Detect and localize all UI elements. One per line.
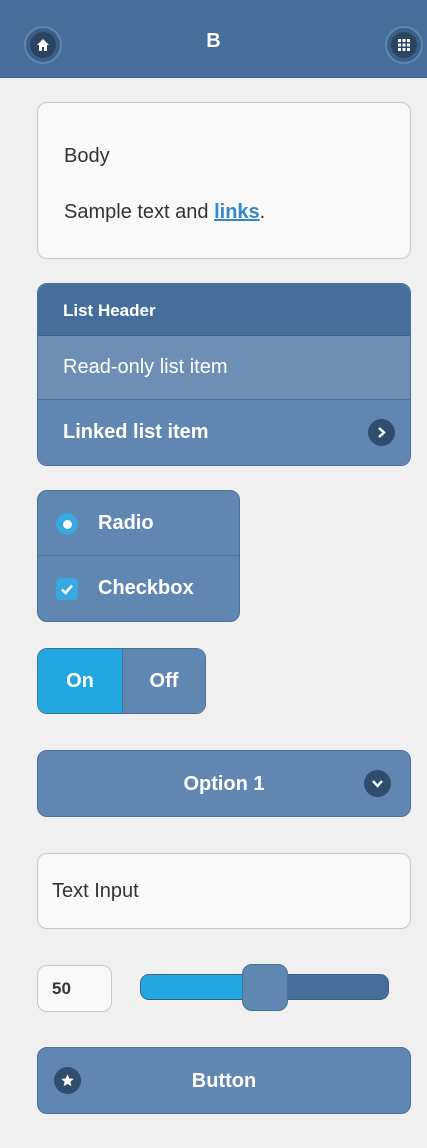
select-value: Option 1 [183,773,265,795]
radio-indicator [56,513,78,535]
button-label: Button [191,1070,257,1092]
flip-switch-on[interactable]: On [38,649,122,713]
chevron-right-icon [368,419,395,446]
read-only-list-item: Read-only list item [38,336,410,400]
grid-icon [391,32,417,58]
body-card: Body Sample text and links. [37,102,411,259]
radio-option[interactable]: Radio [38,491,239,556]
controlgroup: Radio Checkbox [37,490,240,622]
checkbox-label: Checkbox [98,577,194,599]
check-icon [56,578,78,600]
flip-switch[interactable]: On Off [37,648,206,714]
list-header: List Header [38,284,410,336]
linked-list-item-label: Linked list item [63,421,209,443]
slider-value-input[interactable] [37,965,112,1012]
page-title: B [206,30,221,52]
select-menu[interactable]: Option 1 [37,750,411,817]
flip-switch-off[interactable]: Off [122,649,205,713]
radio-label: Radio [98,512,154,534]
listview: List Header Read-only list item Linked l… [37,283,411,466]
linked-list-item[interactable]: Linked list item [38,400,410,465]
chevron-down-icon [364,770,391,797]
sample-link[interactable]: links [214,201,260,223]
body-heading: Body [64,145,110,167]
slider-handle[interactable] [242,964,288,1011]
grid-button[interactable] [385,26,423,64]
header-bar: B [0,0,427,78]
sample-text-prefix: Sample text and [64,201,215,223]
text-input[interactable] [37,853,411,929]
sample-text: Sample text and links. [64,201,265,224]
star-button[interactable]: Button [37,1047,411,1114]
sample-text-suffix: . [259,201,266,223]
checkbox-option[interactable]: Checkbox [38,556,239,621]
